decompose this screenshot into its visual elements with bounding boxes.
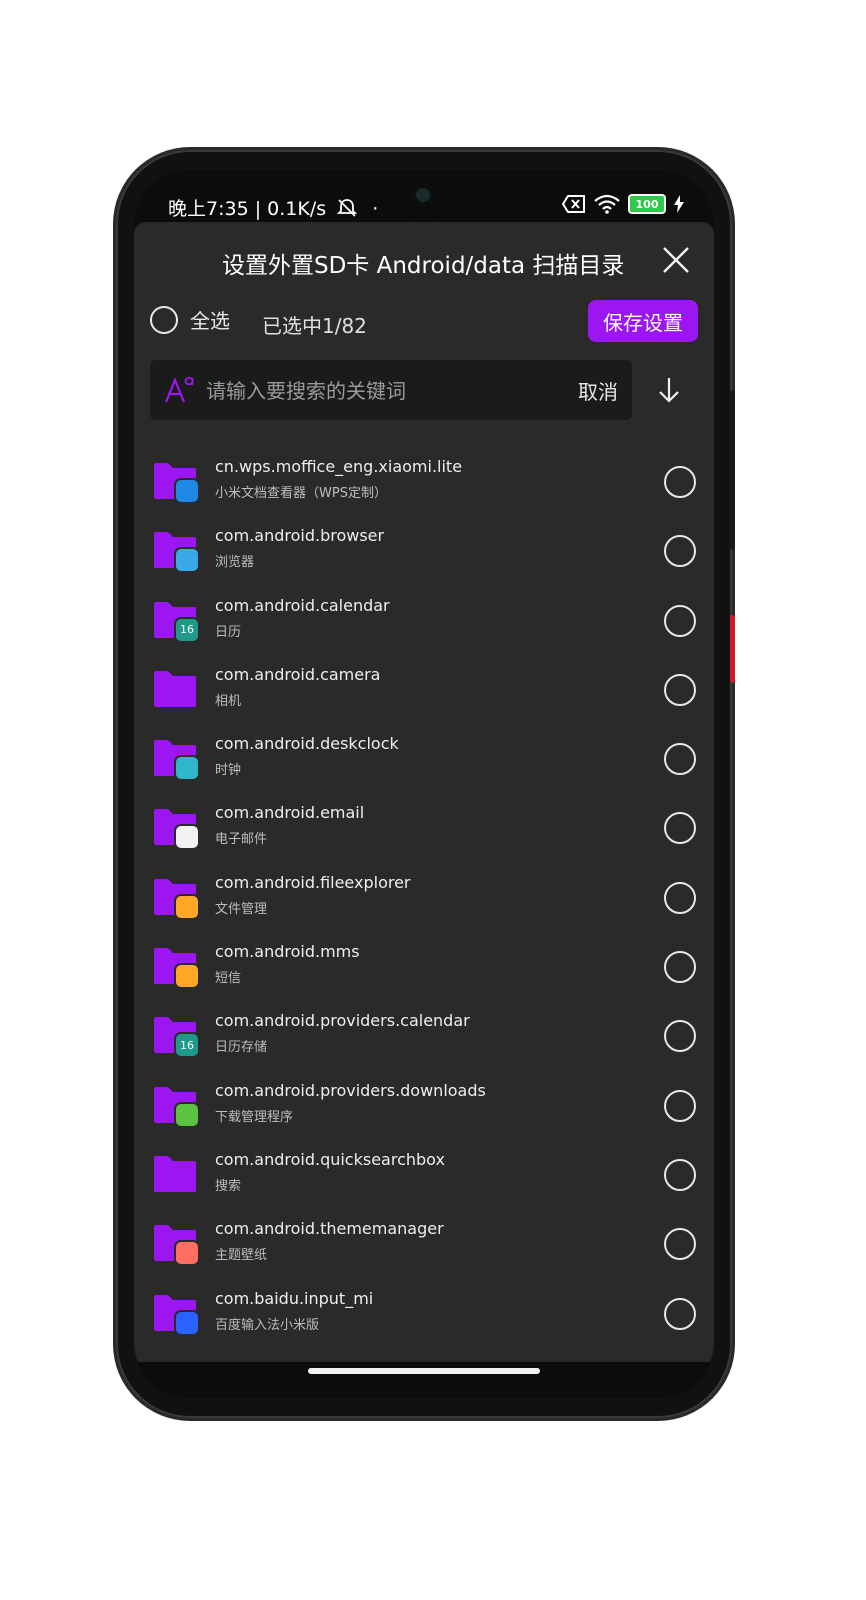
volume-button xyxy=(730,390,735,550)
phone-screen: 晚上7:35 | 0.1K/s · 100 设置外置SD卡 Android/da… xyxy=(134,170,714,1398)
item-select-radio[interactable] xyxy=(664,1228,696,1261)
app-name: 文件管理 xyxy=(215,901,268,917)
clock-icon xyxy=(176,757,198,780)
item-select-radio[interactable] xyxy=(664,604,696,637)
selected-count: 已选中1/82 xyxy=(262,314,367,338)
item-select-radio[interactable] xyxy=(664,466,696,498)
home-indicator[interactable] xyxy=(308,1368,540,1374)
scan-directory-dialog: 设置外置SD卡 Android/data 扫描目录 全选 已选中1/82 保存设… xyxy=(134,222,714,1362)
item-select-radio[interactable] xyxy=(664,1297,696,1330)
wifi-icon xyxy=(594,194,620,214)
selection-row: 全选 已选中1/82 保存设置 xyxy=(150,300,698,350)
list-item[interactable]: 16 com.android.providers.calendar 日历存储 xyxy=(134,1001,714,1070)
app-name: 日历存储 xyxy=(215,1040,268,1056)
package-name: com.android.email xyxy=(215,803,365,823)
theme-icon xyxy=(176,1242,198,1265)
no-sim-icon xyxy=(562,195,585,213)
status-left: 晚上7:35 | 0.1K/s · xyxy=(168,194,378,221)
select-all-radio[interactable] xyxy=(150,305,178,334)
app-name: 短信 xyxy=(215,971,242,987)
app-name: 电子邮件 xyxy=(215,832,268,848)
item-select-radio[interactable] xyxy=(664,881,696,914)
calendar-icon: 16 xyxy=(176,1034,198,1057)
folder-icon xyxy=(154,1155,196,1192)
package-name: com.baidu.input_mi xyxy=(215,1288,374,1308)
list-item[interactable]: 16 com.android.calendar 日历 xyxy=(134,586,714,655)
download-icon xyxy=(176,1103,198,1126)
app-name: 搜索 xyxy=(215,1178,242,1194)
status-time: 晚上7:35 xyxy=(168,198,249,220)
package-name: com.android.providers.calendar xyxy=(215,1011,470,1031)
package-name: com.android.browser xyxy=(215,526,385,546)
item-select-radio[interactable] xyxy=(664,1089,696,1122)
mute-bell-icon xyxy=(337,199,358,217)
power-button xyxy=(730,615,735,683)
battery-icon: 100 xyxy=(628,194,666,214)
browser-icon xyxy=(176,549,198,572)
item-select-radio[interactable] xyxy=(664,743,696,776)
notification-dot: · xyxy=(372,198,379,220)
list-item[interactable]: com.android.browser 浏览器 xyxy=(134,516,714,585)
list-item[interactable]: com.android.deskclock 时钟 xyxy=(134,724,714,793)
select-all-label: 全选 xyxy=(190,309,230,333)
package-name: com.android.quicksearchbox xyxy=(215,1149,445,1169)
dialog-title: 设置外置SD卡 Android/data 扫描目录 xyxy=(222,253,625,279)
app-name: 相机 xyxy=(215,693,242,709)
file-manager-icon xyxy=(176,895,198,918)
item-select-radio[interactable] xyxy=(664,535,696,568)
list-item[interactable]: com.baidu.input_mi 百度输入法小米版 xyxy=(134,1279,714,1348)
font-search-icon xyxy=(164,376,194,403)
package-name: com.android.deskclock xyxy=(215,734,399,754)
package-name: com.android.fileexplorer xyxy=(215,872,411,892)
charging-icon xyxy=(674,195,684,213)
calendar-icon: 16 xyxy=(176,618,198,641)
item-select-radio[interactable] xyxy=(664,812,696,845)
wps-doc-icon xyxy=(176,480,198,502)
status-bar: 晚上7:35 | 0.1K/s · 100 xyxy=(134,170,714,224)
app-name: 下载管理程序 xyxy=(215,1109,294,1125)
item-select-radio[interactable] xyxy=(664,951,696,984)
arrow-down-icon[interactable] xyxy=(654,374,684,406)
status-separator: | xyxy=(248,198,268,220)
search-bar: 取消 xyxy=(150,360,632,420)
email-icon xyxy=(176,826,198,849)
package-name: com.android.camera xyxy=(215,664,381,684)
list-item[interactable]: com.android.camera 相机 xyxy=(134,655,714,724)
list-item[interactable]: com.android.email 电子邮件 xyxy=(134,793,714,862)
search-cancel-button[interactable]: 取消 xyxy=(578,376,618,405)
list-item[interactable]: cn.wps.moffice_eng.xiaomi.lite 小米文档查看器（WP… xyxy=(134,447,714,516)
save-settings-button[interactable]: 保存设置 xyxy=(588,300,698,342)
network-speed: 0.1K/s xyxy=(267,198,327,220)
package-name: com.android.calendar xyxy=(215,595,390,615)
app-name: 主题壁纸 xyxy=(215,1248,268,1264)
package-name: com.android.mms xyxy=(215,942,360,962)
package-name: com.android.thememanager xyxy=(215,1219,444,1239)
select-all-toggle[interactable]: 全选 xyxy=(150,305,230,334)
app-name: 时钟 xyxy=(215,763,242,779)
app-name: 浏览器 xyxy=(215,555,255,571)
app-name: 日历 xyxy=(215,624,242,640)
app-name: 小米文档查看器（WPS定制） xyxy=(215,486,387,501)
package-name: com.android.providers.downloads xyxy=(215,1080,486,1100)
app-name: 百度输入法小米版 xyxy=(215,1317,320,1333)
list-item[interactable]: com.android.providers.downloads 下载管理程序 xyxy=(134,1071,714,1140)
item-select-radio[interactable] xyxy=(664,1158,696,1191)
item-select-radio[interactable] xyxy=(664,673,696,706)
close-button[interactable] xyxy=(660,244,692,276)
folder-icon xyxy=(154,670,196,707)
status-right: 100 xyxy=(562,194,684,214)
list-item[interactable]: com.android.fileexplorer 文件管理 xyxy=(134,863,714,932)
sms-icon xyxy=(176,965,198,988)
list-item[interactable]: com.android.mms 短信 xyxy=(134,932,714,1001)
list-item[interactable]: com.android.quicksearchbox 搜索 xyxy=(134,1140,714,1209)
baidu-input-icon xyxy=(176,1311,198,1334)
item-select-radio[interactable] xyxy=(664,1020,696,1053)
list-item[interactable]: com.android.thememanager 主题壁纸 xyxy=(134,1209,714,1278)
package-name: cn.wps.moffice_eng.xiaomi.lite xyxy=(215,457,463,476)
search-input[interactable] xyxy=(204,374,558,408)
app-directory-list: cn.wps.moffice_eng.xiaomi.lite 小米文档查看器（WP… xyxy=(134,447,714,1348)
